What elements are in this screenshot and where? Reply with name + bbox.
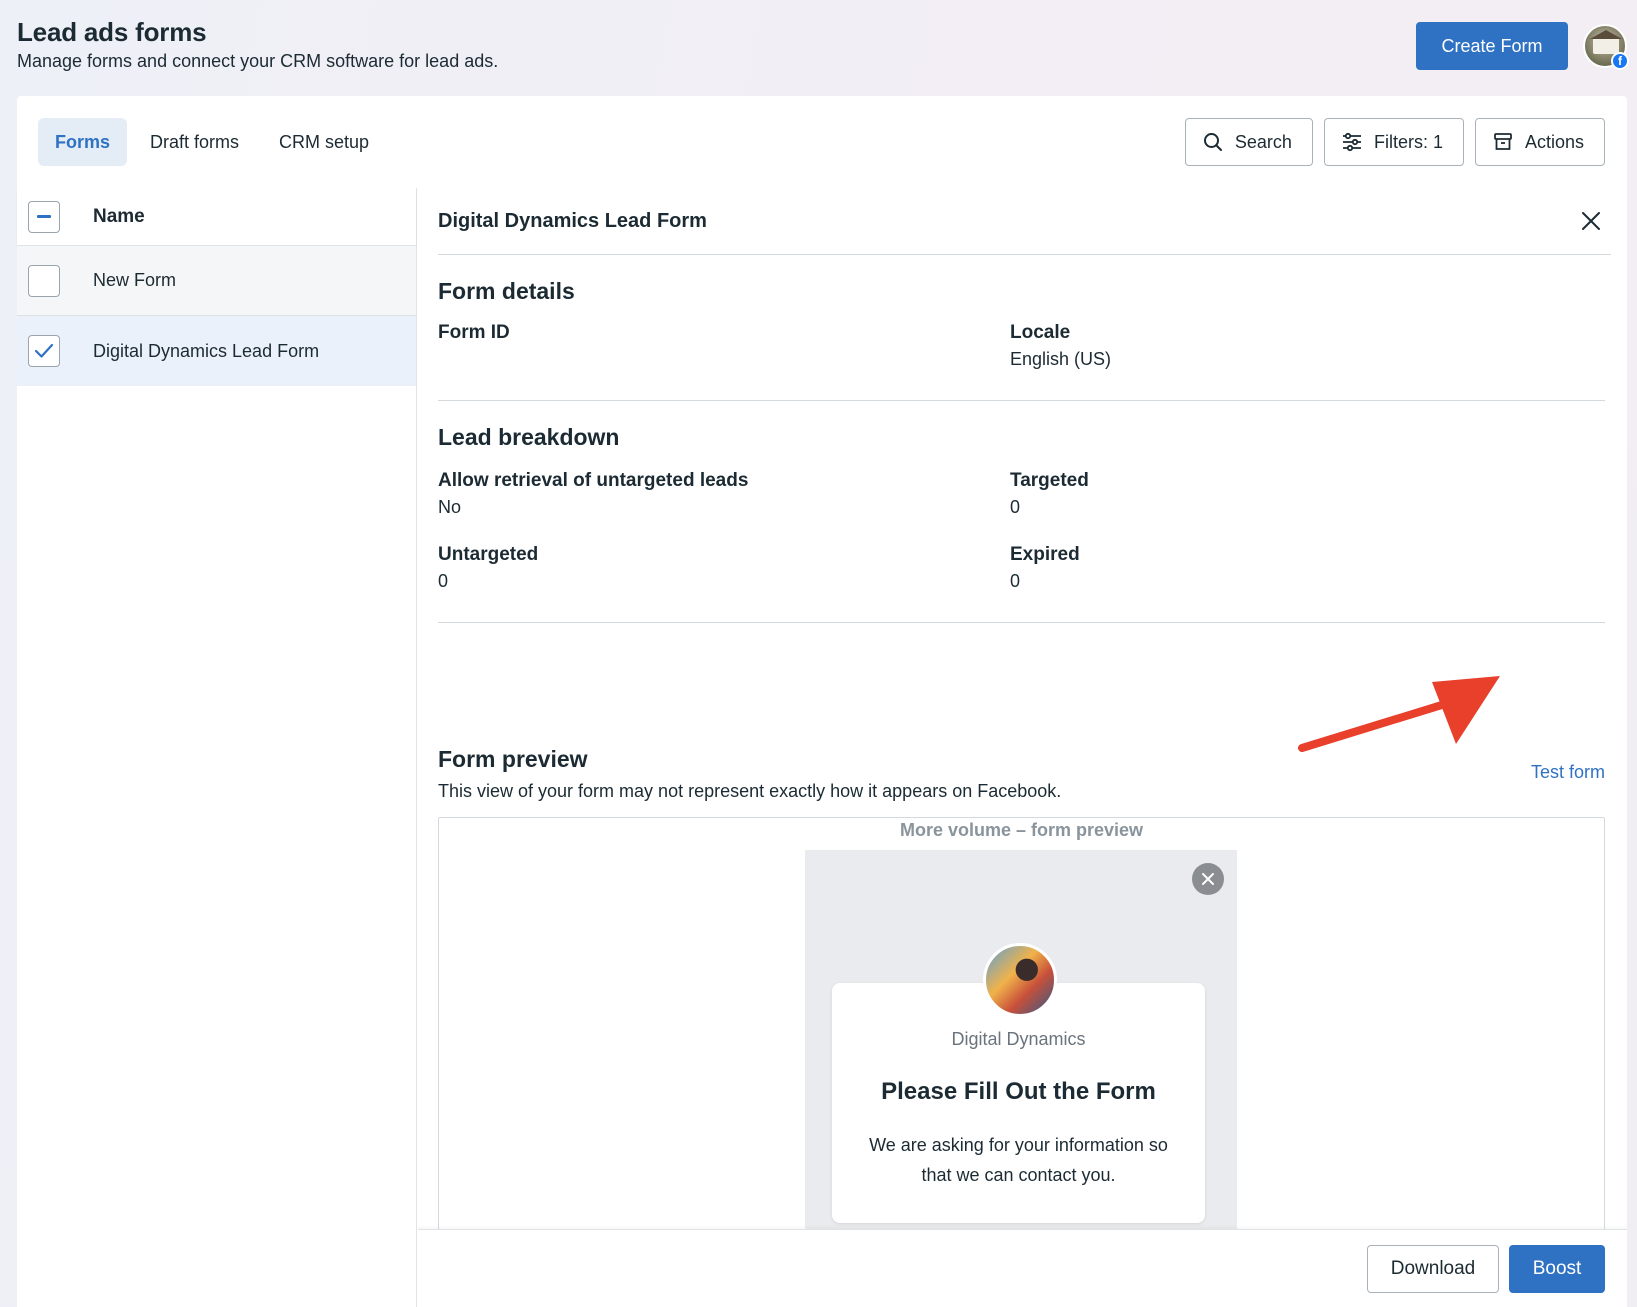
untargeted-retrieval-value: No: [438, 497, 462, 517]
list-header: Name: [17, 188, 416, 246]
locale-value: English (US): [1010, 349, 1112, 369]
form-id-label: Form ID: [438, 322, 510, 343]
row-checkbox[interactable]: [28, 335, 60, 367]
search-button[interactable]: Search: [1184, 118, 1313, 166]
forms-list: Name New Form Digital Dynamics Lead Form: [17, 188, 417, 1307]
form-preview-section: Form preview This view of your form may …: [438, 744, 1605, 804]
select-all-checkbox[interactable]: [28, 200, 60, 233]
search-icon: [1203, 133, 1222, 151]
expired-label: Expired: [1010, 544, 1080, 565]
create-form-button[interactable]: Create Form: [1416, 22, 1568, 70]
actions-button[interactable]: Actions: [1474, 118, 1605, 166]
page-title: Lead ads forms: [17, 17, 207, 47]
search-label: Search: [1234, 131, 1292, 152]
tab-draft-forms[interactable]: Draft forms: [133, 118, 256, 166]
filters-button[interactable]: Filters: 1: [1323, 118, 1464, 166]
actions-label: Actions: [1524, 131, 1584, 152]
row-checkbox[interactable]: [28, 264, 60, 297]
untargeted-value: 0: [438, 571, 449, 591]
preview-caption: More volume – form preview: [899, 820, 1144, 840]
close-icon[interactable]: [1579, 209, 1603, 233]
download-button[interactable]: Download: [1367, 1245, 1499, 1293]
form-details-section: Form details Form ID Locale English (US): [438, 276, 1605, 376]
checkmark-icon: [34, 343, 54, 358]
archive-box-icon: [1494, 133, 1512, 150]
locale-label: Locale: [1010, 322, 1071, 343]
targeted-label: Targeted: [1010, 470, 1089, 491]
annotation-arrow-icon: [1298, 676, 1500, 752]
lead-breakdown-heading: Lead breakdown: [438, 424, 620, 450]
page-profile-picture: [983, 943, 1057, 1017]
detail-footer: Download Boost: [418, 1229, 1627, 1307]
untargeted-label: Untargeted: [438, 544, 539, 565]
tab-crm-setup[interactable]: CRM setup: [262, 118, 386, 166]
lead-breakdown-section: Lead breakdown Allow retrieval of untarg…: [438, 422, 1605, 592]
divider: [438, 622, 1605, 623]
toolbar: Search Filters: 1 Actions: [1184, 118, 1605, 166]
filter-sliders-icon: [1342, 132, 1361, 152]
name-column-header: Name: [93, 205, 145, 227]
test-form-link[interactable]: Test form: [1531, 762, 1605, 783]
form-details-heading: Form details: [438, 278, 575, 304]
form-name: Digital Dynamics Lead Form: [93, 340, 320, 361]
divider: [438, 400, 1605, 401]
form-description: We are asking for your information so th…: [869, 1135, 1168, 1185]
form-name: New Form: [93, 270, 177, 290]
list-item[interactable]: New Form: [17, 246, 416, 316]
page-header: Lead ads forms Manage forms and connect …: [17, 16, 498, 74]
detail-header: Digital Dynamics Lead Form: [438, 188, 1611, 255]
list-item[interactable]: Digital Dynamics Lead Form: [17, 316, 416, 386]
detail-title: Digital Dynamics Lead Form: [438, 209, 707, 232]
avatar-image: [1590, 30, 1622, 54]
preview-close-icon[interactable]: [1192, 863, 1224, 895]
page-subtitle: Manage forms and connect your CRM softwa…: [17, 51, 499, 71]
form-preview-subtitle: This view of your form may not represent…: [438, 781, 1062, 801]
untargeted-retrieval-label: Allow retrieval of untargeted leads: [438, 470, 749, 491]
form-headline: Please Fill Out the Form: [881, 1078, 1156, 1105]
expired-value: 0: [1010, 571, 1021, 591]
facebook-badge-icon: f: [1611, 52, 1629, 70]
account-avatar[interactable]: f: [1583, 24, 1629, 70]
page-name: Digital Dynamics: [951, 1029, 1086, 1049]
tab-bar: Forms Draft forms CRM setup: [38, 118, 386, 166]
tab-forms[interactable]: Forms: [38, 118, 128, 166]
form-intro-card: Digital Dynamics Please Fill Out the For…: [832, 983, 1205, 1223]
boost-button[interactable]: Boost: [1509, 1245, 1605, 1293]
targeted-value: 0: [1010, 497, 1021, 517]
filters-label: Filters: 1: [1373, 131, 1443, 152]
